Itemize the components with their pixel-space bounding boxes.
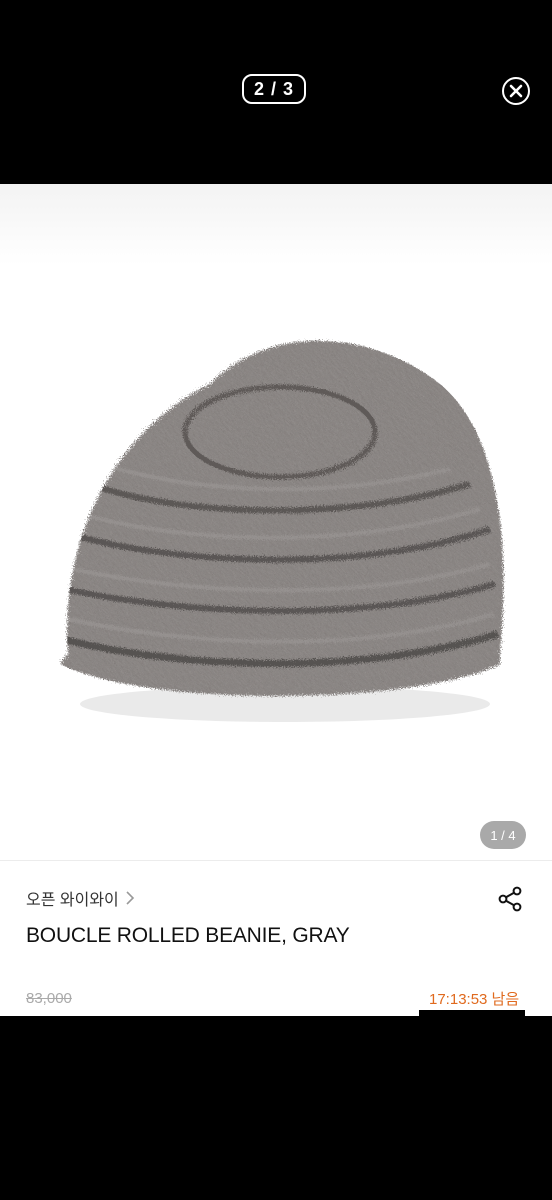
chevron-right-icon <box>126 891 134 905</box>
share-button[interactable] <box>497 886 525 912</box>
product-sheet: 1 / 4 오픈 와이와이 BOUCLE ROLLED BEANIE, GRAY… <box>0 184 552 1016</box>
close-icon <box>509 84 523 98</box>
shop-link[interactable]: 오픈 와이와이 <box>26 886 135 910</box>
product-image[interactable]: 1 / 4 <box>0 184 552 860</box>
share-icon <box>498 886 522 912</box>
close-button[interactable] <box>502 77 530 105</box>
image-pager: 1 / 4 <box>480 821 526 849</box>
beanie-photo <box>60 340 504 722</box>
viewer-top-bar: 2 / 3 <box>0 0 552 184</box>
shop-name: 오픈 와이와이 <box>26 892 119 909</box>
original-price: 83,000 <box>26 990 72 1007</box>
image-counter: 2 / 3 <box>242 74 306 104</box>
viewer-bottom-bar <box>0 1016 552 1200</box>
divider <box>0 860 552 861</box>
sale-timer: 17:13:53 남음 <box>429 991 520 1008</box>
product-title: BOUCLE ROLLED BEANIE, GRAY <box>26 924 350 947</box>
